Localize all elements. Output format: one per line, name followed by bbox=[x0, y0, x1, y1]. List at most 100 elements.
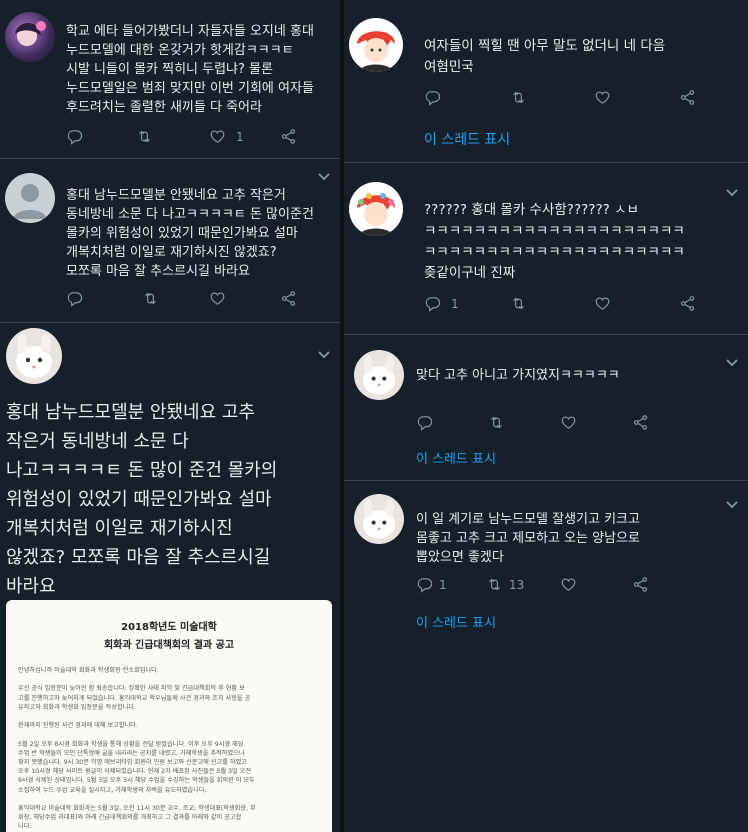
retweet-icon bbox=[142, 290, 159, 307]
share-button[interactable] bbox=[280, 128, 297, 145]
like-count: 1 bbox=[236, 129, 244, 144]
tweet-text: 홍대 남누드모델분 안됐네요 고추 작은거 동네방네 소문 다 나고ㅋㅋㅋㅋㅌ … bbox=[66, 188, 314, 279]
avatar[interactable] bbox=[349, 18, 403, 72]
reply-button[interactable]: 1 bbox=[416, 576, 447, 593]
share-button[interactable] bbox=[632, 414, 649, 431]
chevron-down-icon bbox=[726, 501, 738, 509]
more-options-button[interactable] bbox=[726, 494, 738, 502]
reply-button[interactable] bbox=[416, 414, 433, 431]
more-options-button[interactable] bbox=[318, 166, 330, 174]
reply-icon bbox=[66, 290, 83, 307]
share-icon bbox=[632, 414, 649, 431]
share-button[interactable] bbox=[280, 290, 297, 307]
chevron-down-icon bbox=[318, 173, 330, 181]
tweet-text: 학교 에타 들어가봤더니 자들자들 오지네 홍대 누드모델에 대한 온갖거가 핫… bbox=[66, 24, 314, 115]
more-options-button[interactable] bbox=[318, 344, 330, 352]
tweet-text: 여자들이 찍힐 땐 아무 말도 없더니 네 다음 여혐민국 bbox=[424, 38, 666, 75]
like-button[interactable] bbox=[560, 576, 577, 593]
share-button[interactable] bbox=[632, 576, 649, 593]
tweet-actions bbox=[416, 414, 716, 434]
retweet-button[interactable] bbox=[510, 89, 527, 106]
avatar[interactable] bbox=[5, 173, 55, 223]
white-animal-avatar-icon bbox=[362, 499, 396, 539]
default-profile-icon bbox=[13, 184, 47, 219]
tweet[interactable]: 맞다 고추 아니고 가지였지ㅋㅋㅋㅋㅋ 이 스레드 표시 bbox=[344, 334, 748, 481]
tweet-text: 이 일 계기로 남누드모델 잘생기고 키크고 몸좋고 고추 크고 제모하고 오는… bbox=[416, 512, 640, 565]
tweet[interactable]: 여자들이 찍힐 땐 아무 말도 없더니 네 다음 여혐민국 이 스레드 표시 bbox=[344, 0, 748, 163]
tweet[interactable]: 홍대 남누드모델분 안됐네요 고추 작은거 동네방네 소문 다 나고ㅋㅋㅋㅋㅌ … bbox=[0, 158, 340, 323]
heart-icon bbox=[209, 290, 226, 307]
chevron-down-icon bbox=[726, 189, 738, 197]
tweet-text: 맞다 고추 아니고 가지였지ㅋㅋㅋㅋㅋ bbox=[416, 368, 620, 383]
retweet-count: 13 bbox=[509, 577, 525, 592]
retweet-icon bbox=[510, 89, 527, 106]
heart-icon bbox=[594, 89, 611, 106]
retweet-icon bbox=[136, 128, 153, 145]
share-button[interactable] bbox=[679, 89, 696, 106]
avatar[interactable] bbox=[6, 328, 62, 384]
tweet-actions bbox=[66, 290, 326, 310]
retweet-button[interactable] bbox=[142, 290, 159, 307]
heart-icon bbox=[594, 295, 611, 312]
tweet[interactable]: ?????? 홍대 몰카 수사함?????? ㅅㅂ ㅋㅋㅋㅋㅋㅋㅋㅋㅋㅋㅋㅋㅋㅋ… bbox=[344, 166, 748, 335]
retweet-button[interactable]: 13 bbox=[486, 576, 524, 593]
right-screenshot: 여자들이 찍힐 땐 아무 말도 없더니 네 다음 여혐민국 이 스레드 표시 ?… bbox=[344, 0, 748, 832]
share-icon bbox=[280, 128, 297, 145]
red-hair-character-icon bbox=[357, 31, 395, 72]
heart-icon bbox=[560, 576, 577, 593]
reply-icon bbox=[424, 89, 441, 106]
white-animal-avatar-icon bbox=[362, 355, 396, 395]
reply-icon bbox=[416, 576, 433, 593]
white-animal-avatar-icon bbox=[16, 334, 52, 378]
share-button[interactable] bbox=[679, 295, 696, 312]
retweet-button[interactable] bbox=[510, 295, 527, 312]
share-icon bbox=[679, 89, 696, 106]
like-button[interactable] bbox=[594, 295, 611, 312]
reply-button[interactable] bbox=[424, 89, 441, 106]
retweet-icon bbox=[486, 576, 503, 593]
reply-button[interactable] bbox=[66, 128, 83, 145]
tweet[interactable]: 학교 에타 들어가봤더니 자들자들 오지네 홍대 누드모델에 대한 온갖거가 핫… bbox=[0, 0, 340, 159]
tweet[interactable]: 이 일 계기로 남누드모델 잘생기고 키크고 몸좋고 고추 크고 제모하고 오는… bbox=[344, 480, 748, 832]
more-options-button[interactable] bbox=[726, 182, 738, 190]
share-icon bbox=[632, 576, 649, 593]
like-button[interactable] bbox=[209, 290, 226, 307]
tweet[interactable]: 홍대 남누드모델분 안됐네요 고추 작은거 동네방네 소문 다 나고ㅋㅋㅋㅋㅌ … bbox=[0, 322, 340, 832]
retweet-button[interactable] bbox=[488, 414, 505, 431]
avatar[interactable] bbox=[349, 182, 403, 236]
heart-icon bbox=[209, 128, 226, 145]
red-hair-character-icon bbox=[357, 193, 395, 236]
retweet-button[interactable] bbox=[136, 128, 153, 145]
reply-icon bbox=[66, 128, 83, 145]
reply-icon bbox=[416, 414, 433, 431]
tweet-actions bbox=[424, 89, 714, 109]
heart-icon bbox=[560, 414, 577, 431]
like-button[interactable] bbox=[594, 89, 611, 106]
tweet-actions: 1 13 bbox=[416, 576, 716, 596]
left-screenshot: 학교 에타 들어가봤더니 자들자들 오지네 홍대 누드모델에 대한 온갖거가 핫… bbox=[0, 0, 340, 832]
tweet-actions: 1 bbox=[66, 128, 326, 148]
more-options-button[interactable] bbox=[726, 352, 738, 360]
reply-button[interactable] bbox=[66, 290, 83, 307]
reply-count: 1 bbox=[439, 577, 447, 592]
tweet-text: ?????? 홍대 몰카 수사함?????? ㅅㅂ ㅋㅋㅋㅋㅋㅋㅋㅋㅋㅋㅋㅋㅋㅋ… bbox=[424, 202, 685, 281]
show-thread-link[interactable]: 이 스레드 표시 bbox=[416, 612, 496, 631]
notice-image[interactable]: 2018학년도 미술대학 회화과 긴급대책회의 결과 공고 안녕하십니까 미술대… bbox=[6, 600, 332, 832]
retweet-icon bbox=[510, 295, 527, 312]
retweet-icon bbox=[488, 414, 505, 431]
tweet-actions: 1 bbox=[424, 295, 714, 315]
avatar[interactable] bbox=[354, 350, 404, 400]
share-icon bbox=[679, 295, 696, 312]
like-button[interactable] bbox=[560, 414, 577, 431]
show-thread-link[interactable]: 이 스레드 표시 bbox=[416, 448, 496, 467]
notice-subtitle: 회화과 긴급대책회의 결과 공고 bbox=[103, 640, 235, 651]
notice-title: 2018학년도 미술대학 bbox=[121, 622, 217, 633]
reply-icon bbox=[424, 295, 441, 312]
like-button[interactable]: 1 bbox=[209, 128, 244, 145]
reply-button[interactable]: 1 bbox=[424, 295, 459, 312]
show-thread-link[interactable]: 이 스레드 표시 bbox=[424, 129, 510, 149]
tweet-text: 홍대 남누드모델분 안됐네요 고추 작은거 동네방네 소문 다 나고ㅋㅋㅋㅋㅌ … bbox=[6, 402, 278, 597]
notice-body: 안녕하십니까 미술대학 회화과 학생회장 전소희입니다. 우선 공식 입장문이 … bbox=[18, 667, 256, 831]
avatar[interactable] bbox=[354, 494, 404, 544]
avatar[interactable] bbox=[5, 12, 55, 62]
